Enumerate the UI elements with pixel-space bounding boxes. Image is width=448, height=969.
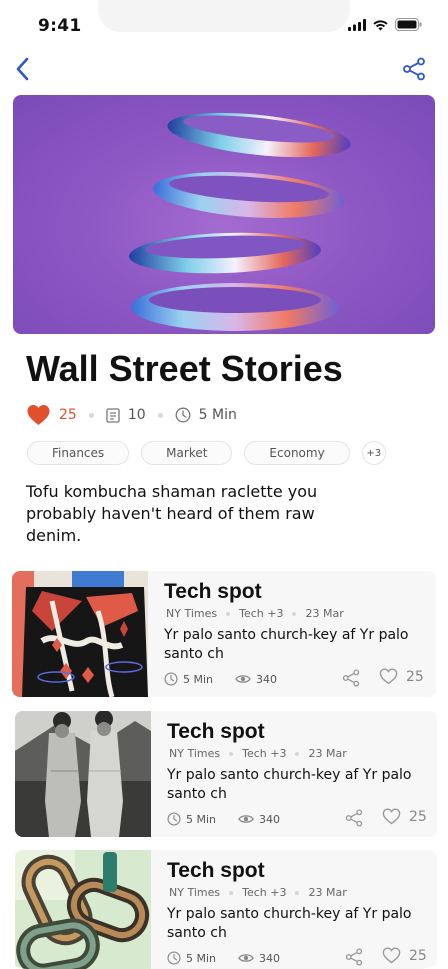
heart-icon [27, 405, 50, 425]
card-meta: NY Times Tech +3 23 Mar [169, 886, 347, 899]
heart-outline-icon [379, 668, 398, 685]
card-stats: 5 Min 340 [167, 951, 280, 965]
read-time-group: 5 Min [175, 407, 237, 423]
card-likes: 25 [406, 668, 424, 685]
card-category: Tech +3 [242, 886, 287, 899]
news-card[interactable]: Tech spot NY Times Tech +3 23 Mar Yr pal… [15, 850, 437, 969]
tag-chip[interactable]: Economy [244, 441, 350, 465]
share-button[interactable] [400, 54, 428, 84]
tag-chip[interactable]: Market [141, 441, 233, 465]
read-time: 5 Min [198, 407, 237, 423]
card-excerpt: Yr palo santo church-key af Yr palo sant… [167, 906, 412, 941]
card-share-button[interactable] [341, 668, 361, 688]
article-description: Tofu kombucha shaman raclette you probab… [26, 482, 318, 545]
meta-separator [229, 751, 234, 756]
tag-chip[interactable]: Finances [27, 441, 130, 465]
comments-count: 10 [127, 407, 146, 423]
share-icon [403, 57, 425, 81]
back-button[interactable] [8, 54, 36, 84]
document-icon [106, 407, 120, 423]
card-category: Tech +3 [239, 607, 284, 620]
news-card[interactable]: Tech spot NY Times Tech +3 23 Mar Yr pal… [12, 571, 436, 697]
card-views: 340 [256, 672, 278, 686]
eye-icon [235, 675, 251, 683]
card-share-button[interactable] [344, 947, 364, 967]
eye-icon [238, 954, 254, 962]
card-category: Tech +3 [242, 747, 287, 760]
meta-separator [88, 412, 94, 418]
card-views: 340 [259, 812, 281, 826]
card-title: Tech spot [164, 580, 262, 603]
card-like-button[interactable]: 25 [382, 808, 427, 825]
heart-outline-icon [382, 808, 401, 825]
wifi-icon [373, 19, 388, 30]
card-source: NY Times [169, 747, 221, 760]
share-icon [345, 809, 363, 827]
card-like-button[interactable]: 25 [382, 947, 427, 964]
card-excerpt: Yr palo santo church-key af Yr palo sant… [167, 767, 412, 802]
card-date: 23 Mar [308, 886, 347, 899]
card-meta: NY Times Tech +3 23 Mar [169, 747, 347, 760]
card-thumbnail [15, 711, 151, 837]
article-meta: 25 10 5 Min [26, 402, 237, 428]
more-tags-chip[interactable]: +3 [361, 441, 386, 465]
clock-icon [167, 951, 181, 965]
card-stats: 5 Min 340 [167, 812, 280, 826]
card-read-time: 5 Min [186, 812, 217, 826]
card-date: 23 Mar [308, 747, 347, 760]
chain-links-image [15, 850, 151, 969]
cellular-signal-icon [348, 18, 366, 31]
meta-separator [226, 611, 231, 616]
battery-icon [395, 18, 422, 31]
clock-icon [167, 812, 181, 826]
phone-screen: 9:41 Wall Street Stories 25 10 5 Min Fin… [0, 0, 448, 969]
share-icon [345, 948, 363, 966]
card-read-time: 5 Min [186, 951, 217, 965]
card-excerpt: Yr palo santo church-key af Yr palo sant… [164, 627, 409, 662]
card-share-button[interactable] [344, 808, 364, 828]
clock-icon [164, 672, 178, 686]
card-thumbnail [12, 571, 148, 697]
clock-icon [175, 407, 191, 423]
abstract-art-image [12, 571, 148, 697]
likes-button[interactable]: 25 [26, 404, 77, 426]
meta-separator [295, 890, 300, 895]
card-like-button[interactable]: 25 [379, 668, 424, 685]
heart-outline-icon [382, 947, 401, 964]
card-views: 340 [259, 951, 281, 965]
card-thumbnail [15, 850, 151, 969]
card-likes: 25 [409, 947, 427, 964]
status-time: 9:41 [38, 16, 82, 36]
meta-separator [157, 412, 163, 418]
card-source: NY Times [166, 607, 218, 620]
news-card[interactable]: Tech spot NY Times Tech +3 23 Mar Yr pal… [15, 711, 437, 837]
status-bar: 9:41 [0, 0, 448, 50]
card-meta: NY Times Tech +3 23 Mar [166, 607, 344, 620]
notch [98, 0, 350, 32]
comments-count-group: 10 [106, 407, 146, 423]
card-read-time: 5 Min [183, 672, 214, 686]
card-likes: 25 [409, 808, 427, 825]
meta-separator [229, 890, 234, 895]
hero-rings-art [129, 112, 351, 331]
vintage-photo-image [15, 711, 151, 837]
chevron-left-icon [16, 57, 29, 81]
article-title: Wall Street Stories [26, 348, 343, 389]
tag-list: Finances Market Economy +3 [27, 441, 386, 465]
meta-separator [292, 611, 297, 616]
likes-count: 25 [59, 407, 77, 423]
eye-icon [238, 815, 254, 823]
status-icons [348, 18, 422, 31]
card-title: Tech spot [167, 859, 265, 882]
share-icon [342, 669, 360, 687]
meta-separator [295, 751, 300, 756]
card-title: Tech spot [167, 720, 265, 743]
card-source: NY Times [169, 886, 221, 899]
card-date: 23 Mar [305, 607, 344, 620]
hero-image [13, 95, 435, 334]
card-stats: 5 Min 340 [164, 672, 277, 686]
